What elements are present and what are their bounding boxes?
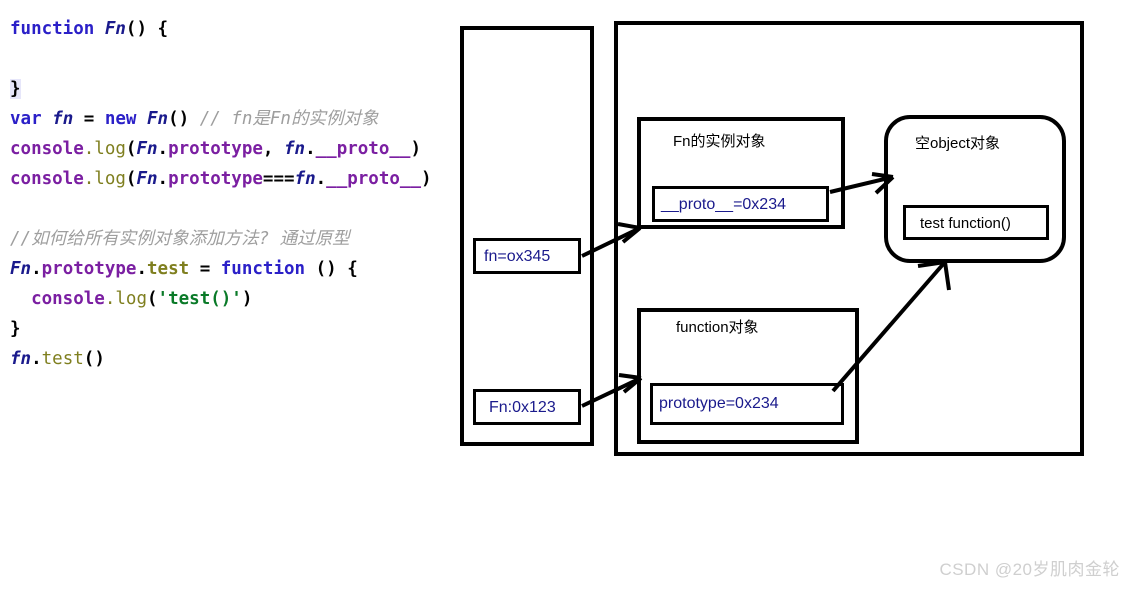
code-token: Fn bbox=[147, 109, 169, 129]
code-token: prototype bbox=[168, 139, 263, 159]
code-token: test bbox=[41, 349, 84, 369]
function-object-box bbox=[637, 308, 859, 444]
code-line: } bbox=[0, 74, 460, 104]
code-token: () { bbox=[125, 19, 169, 39]
code-token: function bbox=[220, 259, 316, 279]
code-block: function Fn() { } var fn = new Fn() // fn… bbox=[0, 14, 460, 369]
code-line: console.log(Fn.prototype, fn.__proto__) bbox=[0, 134, 460, 164]
stack-container bbox=[460, 26, 594, 446]
code-token: Fn bbox=[136, 169, 158, 189]
code-token: Fn bbox=[136, 139, 158, 159]
code-line: var fn = new Fn() // fn是Fn的实例对象 bbox=[0, 104, 460, 134]
code-token: . bbox=[136, 259, 147, 279]
code-token: test bbox=[147, 259, 190, 279]
code-token: () bbox=[83, 349, 105, 369]
code-token: ) bbox=[410, 139, 421, 159]
code-token: function bbox=[10, 19, 105, 39]
code-token: === bbox=[262, 169, 295, 189]
code-line: } bbox=[0, 314, 460, 344]
code-line: fn.test() bbox=[0, 344, 460, 374]
code-token: prototype bbox=[41, 259, 137, 279]
instance-proto-slot-label: __proto__=0x234 bbox=[661, 196, 786, 213]
code-token: , bbox=[262, 139, 284, 159]
code-token: ( bbox=[147, 289, 158, 309]
code-token: fn bbox=[10, 349, 32, 369]
code-token: // fn是Fn的实例对象 bbox=[199, 109, 379, 129]
code-token: //如何给所有实例对象添加方法? 通过原型 bbox=[10, 229, 350, 249]
code-line: Fn.prototype.test = function () { bbox=[0, 254, 460, 284]
code-token: . bbox=[315, 169, 327, 189]
code-token: } bbox=[10, 319, 21, 339]
code-token: new bbox=[104, 109, 147, 129]
code-token: fn bbox=[284, 139, 306, 159]
stack-slot-fn-label: fn=ox345 bbox=[484, 248, 551, 265]
code-token: . bbox=[31, 259, 42, 279]
code-token: prototype bbox=[168, 169, 263, 189]
code-token: __proto__ bbox=[315, 139, 411, 159]
screenshot-root: function Fn() { } var fn = new Fn() // fn… bbox=[0, 0, 1138, 596]
watermark: CSDN @20岁肌肉金轮 bbox=[939, 560, 1120, 579]
code-token: ( bbox=[125, 139, 137, 159]
code-token: () bbox=[168, 109, 200, 129]
arrow-fn-to-instance bbox=[581, 222, 642, 258]
code-line: console.log('test()') bbox=[0, 284, 460, 314]
code-token: . bbox=[31, 349, 42, 369]
function-prototype-slot bbox=[650, 383, 844, 425]
empty-object-test-slot-label: test function() bbox=[920, 215, 1011, 232]
code-token: .log bbox=[104, 289, 147, 309]
code-token: var bbox=[10, 109, 53, 129]
function-object-title: function对象 bbox=[676, 319, 759, 336]
code-line: //如何给所有实例对象添加方法? 通过原型 bbox=[0, 224, 460, 254]
code-token: . bbox=[305, 139, 316, 159]
stack-slot-Fn bbox=[473, 389, 581, 425]
code-line: console.log(Fn.prototype===fn.__proto__) bbox=[0, 164, 460, 194]
empty-object-title: 空object对象 bbox=[915, 135, 1001, 152]
code-token: .log bbox=[83, 169, 126, 189]
arrow-proto-to-object bbox=[829, 172, 895, 195]
arrow-prototype-to-object bbox=[831, 260, 951, 393]
code-token: ) bbox=[241, 289, 253, 309]
function-prototype-slot-label: prototype=0x234 bbox=[659, 395, 779, 412]
empty-object-box bbox=[884, 115, 1066, 263]
code-token: __proto__ bbox=[326, 169, 421, 189]
stack-slot-fn bbox=[473, 238, 581, 274]
code-token: console bbox=[10, 169, 84, 189]
code-token: . bbox=[157, 139, 169, 159]
instance-object-box bbox=[637, 117, 845, 229]
code-token: . bbox=[157, 169, 169, 189]
code-token: .log bbox=[83, 139, 126, 159]
arrow-Fn-to-function-object bbox=[581, 373, 643, 408]
code-token: Fn bbox=[10, 259, 32, 279]
code-token: fn bbox=[52, 109, 74, 129]
code-token: fn bbox=[294, 169, 316, 189]
code-token: 'test()' bbox=[157, 289, 242, 309]
code-line: function Fn() { bbox=[0, 14, 460, 44]
code-token: () { bbox=[315, 259, 358, 279]
code-token: = bbox=[189, 259, 221, 279]
code-token: console bbox=[31, 289, 105, 309]
code-token: ( bbox=[125, 169, 137, 189]
heap-container bbox=[614, 21, 1084, 456]
code-token: = bbox=[73, 109, 105, 129]
instance-proto-slot bbox=[652, 186, 829, 222]
code-token: Fn bbox=[104, 19, 126, 39]
code-token: ) bbox=[420, 169, 432, 189]
stack-slot-Fn-label: Fn:0x123 bbox=[489, 399, 556, 416]
code-token: console bbox=[10, 139, 84, 159]
code-token: } bbox=[10, 79, 21, 99]
empty-object-test-slot bbox=[903, 205, 1049, 240]
instance-object-title: Fn的实例对象 bbox=[673, 133, 766, 150]
